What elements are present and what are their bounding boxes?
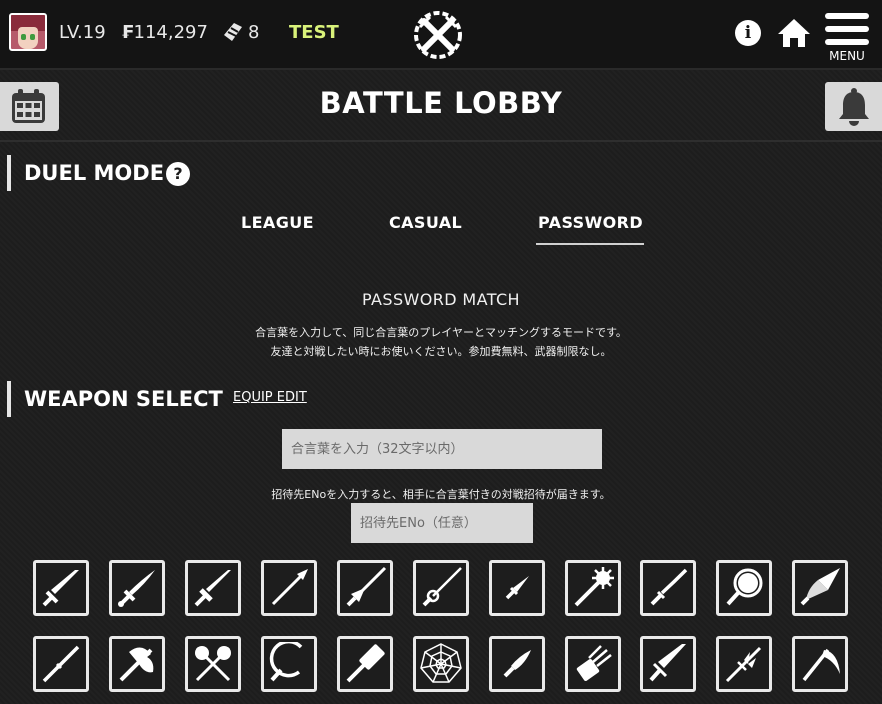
weapon-select-section: WEAPON SELECT — [7, 381, 223, 417]
weapon-long-sword[interactable] — [185, 560, 241, 616]
password-input[interactable] — [282, 429, 602, 469]
tab-casual[interactable]: CASUAL — [389, 213, 462, 232]
weapon-great-sword[interactable] — [640, 636, 696, 692]
weapon-hammer[interactable] — [337, 636, 393, 692]
avatar[interactable] — [9, 13, 47, 51]
invite-eno-input[interactable] — [351, 503, 533, 543]
knife-icon — [503, 650, 531, 678]
duel-mode-section: DUEL MODE — [7, 155, 164, 191]
sickle-icon — [269, 642, 303, 682]
menu-label: MENU — [829, 49, 865, 63]
top-bar: LV.19 ₣114,297 8 TEST i MENU — [0, 0, 882, 70]
money-display: ₣114,297 — [121, 22, 208, 44]
weapon-sword[interactable] — [33, 560, 89, 616]
weapon-drill-lance[interactable] — [792, 560, 848, 616]
scythe-icon — [802, 648, 840, 682]
staff-icon — [42, 645, 80, 683]
weapon-katana[interactable] — [640, 560, 696, 616]
duel-mode-title: DUEL MODE — [24, 161, 165, 185]
money-icon: ₣ — [121, 22, 134, 43]
lance-icon — [346, 566, 387, 607]
hammer-icon — [346, 644, 385, 683]
ticket-icon — [224, 23, 242, 41]
weapon-knife[interactable] — [489, 636, 545, 692]
great-sword-icon — [649, 644, 686, 682]
weapon-select-title: WEAPON SELECT — [24, 387, 223, 411]
spear-icon — [271, 569, 308, 606]
mode-title: PASSWORD MATCH — [362, 290, 520, 309]
katana-icon — [650, 568, 688, 606]
ticket-count: 8 — [248, 22, 260, 43]
home-icon[interactable] — [777, 17, 811, 49]
axe-icon — [119, 647, 154, 682]
spider-web-icon — [420, 643, 462, 683]
weapon-double-axe[interactable] — [185, 636, 241, 692]
double-axe-icon — [195, 646, 231, 682]
drill-lance-icon — [800, 568, 840, 606]
weapon-magnifier[interactable] — [716, 560, 772, 616]
weapon-lance[interactable] — [337, 560, 393, 616]
weapon-claw[interactable] — [565, 636, 621, 692]
weapon-rapier[interactable] — [413, 560, 469, 616]
weapon-curved-sword[interactable] — [109, 560, 165, 616]
weapon-staff[interactable] — [33, 636, 89, 692]
tab-password[interactable]: PASSWORD — [538, 213, 643, 232]
dagger-icon — [505, 576, 529, 600]
curved-sword-icon — [118, 570, 155, 607]
page-header: BATTLE LOBBY — [0, 70, 882, 142]
logo-swords-icon[interactable] — [412, 9, 464, 61]
hamburger-menu-icon[interactable]: MENU — [823, 11, 871, 65]
claw-icon — [576, 645, 612, 681]
weapon-scythe[interactable] — [792, 636, 848, 692]
magnifier-icon — [726, 568, 763, 606]
page-title: BATTLE LOBBY — [319, 86, 563, 120]
weapon-trident[interactable] — [716, 636, 772, 692]
money-value: 114,297 — [133, 22, 208, 43]
trident-icon — [725, 646, 762, 683]
morning-star-icon — [574, 567, 614, 607]
weapon-sickle[interactable] — [261, 636, 317, 692]
help-icon[interactable]: ? — [166, 162, 190, 186]
server-label: TEST — [289, 22, 339, 43]
rapier-icon — [422, 567, 462, 607]
mode-description-line2: 友達と対戦したい時にお使いください。参加費無料、武器制限なし。 — [270, 345, 612, 358]
weapon-dagger[interactable] — [489, 560, 545, 616]
tab-league[interactable]: LEAGUE — [241, 213, 314, 232]
weapon-axe[interactable] — [109, 636, 165, 692]
sword-icon — [42, 570, 79, 607]
equip-edit-link[interactable]: EQUIP EDIT — [233, 390, 307, 405]
weapon-morning-star[interactable] — [565, 560, 621, 616]
level-text: LV.19 — [59, 22, 106, 43]
info-icon[interactable]: i — [735, 20, 761, 46]
notification-button[interactable] — [825, 82, 882, 131]
weapon-spear[interactable] — [261, 560, 317, 616]
long-sword-icon — [194, 570, 231, 607]
active-tab-indicator — [536, 243, 644, 245]
mode-description-line1: 合言葉を入力して、同じ合言葉のプレイヤーとマッチングするモードです。 — [255, 326, 627, 339]
bell-icon — [839, 88, 869, 126]
invite-description: 招待先ENoを入力すると、相手に合言葉付きの対戦招待が届きます。 — [271, 488, 611, 501]
weapon-spider-web[interactable] — [413, 636, 469, 692]
